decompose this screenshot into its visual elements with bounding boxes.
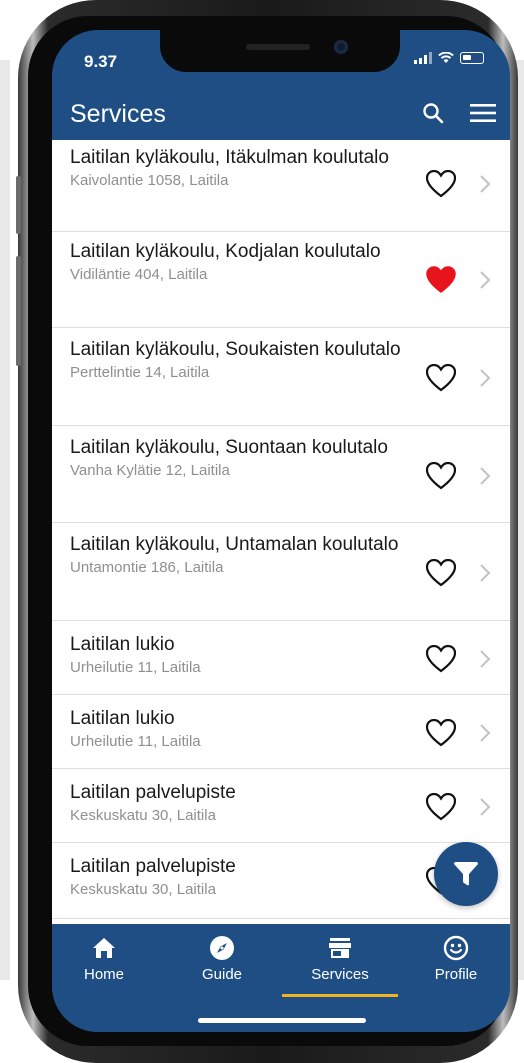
heart-outline-icon[interactable] [426, 559, 456, 587]
tab-label: Home [83, 966, 124, 983]
item-address: Urheilutie 11, Laitila [70, 733, 201, 750]
compass-icon [208, 934, 236, 962]
item-address: Urheilutie 11, Laitila [70, 659, 201, 676]
list-item[interactable]: Laitilan kyläkoulu, Itäkulman koulutalo … [52, 140, 510, 232]
notch [160, 30, 400, 72]
item-address: Keskuskatu 30, Laitila [70, 881, 216, 898]
heart-filled-icon[interactable] [426, 266, 456, 294]
camera [334, 40, 348, 54]
list-item[interactable]: Laitilan lukio Urheilutie 11, Laitila [52, 621, 510, 695]
chevron-right-icon [480, 798, 491, 816]
item-title: Laitilan lukio [70, 708, 175, 729]
item-title: Laitilan palvelupiste [70, 856, 236, 877]
tab-profile[interactable]: Profile [406, 934, 506, 983]
heart-outline-icon[interactable] [426, 645, 456, 673]
chevron-right-icon [480, 724, 491, 742]
list-item[interactable]: Laitilan kyläkoulu, Untamalan koulutalo … [52, 523, 510, 621]
heart-outline-icon[interactable] [426, 364, 456, 392]
list-item[interactable]: Laitilan kyläkoulu, Suontaan koulutalo V… [52, 426, 510, 523]
status-icons [414, 52, 484, 64]
item-address: Perttelintie 14, Laitila [70, 364, 210, 381]
item-address: Untamontie 186, Laitila [70, 559, 224, 576]
item-address: Keskuskatu 30, Laitila [70, 807, 216, 824]
bottom-tab-bar: Home Guide Services Profile [52, 924, 510, 1032]
tab-home[interactable]: Home [54, 934, 154, 983]
item-address: Kaivolantie 1058, Laitila [70, 172, 229, 189]
home-icon [90, 934, 118, 962]
item-address: Vidiläntie 404, Laitila [70, 266, 208, 283]
filter-icon [454, 862, 478, 886]
chevron-right-icon [480, 564, 491, 582]
battery-icon [460, 52, 484, 64]
heart-outline-icon[interactable] [426, 719, 456, 747]
screen: 9.37 Services Laitilan kyläkoulu, Itäkul… [52, 30, 510, 1032]
item-title: Laitilan palvelupiste [70, 782, 236, 803]
list-item[interactable]: Laitilan lukio Urheilutie 11, Laitila [52, 695, 510, 769]
item-title: Laitilan kyläkoulu, Untamalan koulutalo [70, 534, 399, 555]
app-header: Services [52, 92, 510, 140]
store-icon [326, 934, 354, 962]
tab-services[interactable]: Services [290, 934, 390, 983]
smiley-icon [442, 934, 470, 962]
home-indicator[interactable] [198, 1018, 366, 1023]
search-icon[interactable] [418, 98, 448, 128]
tab-label: Profile [434, 966, 478, 983]
chevron-right-icon [480, 175, 491, 193]
list-item[interactable]: Laitilan palvelupiste Keskuskatu 30, Lai… [52, 769, 510, 843]
chevron-right-icon [480, 467, 491, 485]
item-title: Laitilan kyläkoulu, Itäkulman koulutalo [70, 147, 389, 168]
volume-button [16, 176, 21, 234]
item-title: Laitilan kyläkoulu, Kodjalan koulutalo [70, 241, 381, 262]
active-tab-indicator [282, 994, 398, 997]
tab-label: Services [311, 966, 369, 983]
speaker [246, 44, 310, 50]
item-title: Laitilan kyläkoulu, Soukaisten koulutalo [70, 339, 401, 360]
page-title: Services [70, 100, 166, 128]
item-title: Laitilan lukio [70, 634, 175, 655]
volume-button [16, 256, 21, 366]
item-address: Vanha Kylätie 12, Laitila [70, 462, 230, 479]
tab-guide[interactable]: Guide [172, 934, 272, 983]
heart-outline-icon[interactable] [426, 170, 456, 198]
filter-button[interactable] [434, 842, 498, 906]
heart-outline-icon[interactable] [426, 462, 456, 490]
heart-outline-icon[interactable] [426, 793, 456, 821]
tab-label: Guide [201, 966, 243, 983]
list-item[interactable]: Laitilan kyläkoulu, Kodjalan koulutalo V… [52, 232, 510, 328]
list-item[interactable]: Laitilan kyläkoulu, Soukaisten koulutalo… [52, 328, 510, 426]
menu-icon[interactable] [468, 98, 498, 128]
chevron-right-icon [480, 650, 491, 668]
chevron-right-icon [480, 271, 491, 289]
signal-icon [414, 52, 432, 64]
services-list: Laitilan kyläkoulu, Itäkulman koulutalo … [52, 140, 510, 924]
item-title: Laitilan kyläkoulu, Suontaan koulutalo [70, 437, 388, 458]
chevron-right-icon [480, 369, 491, 387]
background-device-edge [0, 60, 10, 980]
wifi-icon [438, 52, 454, 63]
status-time: 9.37 [84, 52, 118, 71]
